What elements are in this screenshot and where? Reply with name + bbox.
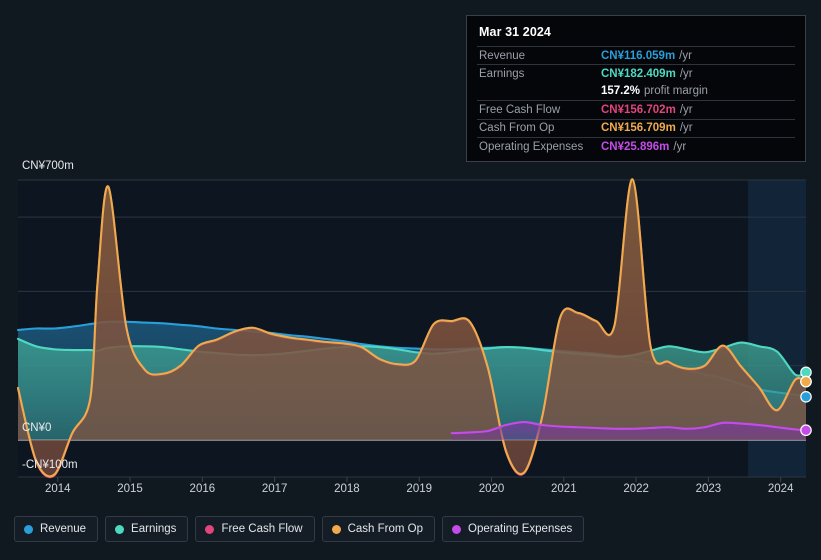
- legend-item-free-cash-flow[interactable]: Free Cash Flow: [195, 516, 315, 542]
- legend-item-cash-from-op[interactable]: Cash From Op: [321, 516, 436, 542]
- legend-item-label: Earnings: [131, 523, 177, 535]
- tooltip-date: Mar 31 2024: [479, 25, 551, 39]
- x-axis-tick-2022: 2022: [623, 483, 649, 495]
- legend-item-label: Operating Expenses: [468, 523, 573, 535]
- tooltip-row-value-wrap: CN¥116.059m/yr: [601, 50, 692, 62]
- tooltip-row: Cash From Op CN¥156.709m/yr: [477, 118, 795, 137]
- x-axis-tick-2020: 2020: [478, 483, 505, 495]
- x-axis-tick-2023: 2023: [695, 483, 722, 495]
- endpoint-marker-cash-from-op: [800, 375, 812, 388]
- legend-color-dot: [205, 524, 215, 534]
- tooltip-row-label: Cash From Op: [479, 122, 555, 135]
- tooltip-row-value-wrap: 157.2% profit margin: [601, 85, 708, 97]
- legend-color-dot: [115, 524, 125, 534]
- x-axis-tick-2015: 2015: [117, 483, 143, 495]
- x-axis-tick-2024: 2024: [767, 483, 794, 495]
- data-tooltip: Mar 31 2024 Revenue CN¥116.059m/yr Earning…: [466, 15, 806, 163]
- x-axis-tick-2018: 2018: [334, 483, 360, 495]
- legend-color-dot: [331, 524, 341, 534]
- y-axis-label-top: CN¥700m: [22, 160, 74, 172]
- x-axis-tick-2021: 2021: [551, 483, 577, 495]
- x-axis-tick-2019: 2019: [406, 483, 433, 495]
- legend-item-earnings[interactable]: Earnings: [105, 516, 189, 542]
- tooltip-row-unit: /yr: [679, 103, 693, 116]
- tooltip-row-value: 157.2%: [601, 85, 641, 98]
- tooltip-row-value: CN¥156.702m: [601, 103, 676, 116]
- tooltip-row-unit: /yr: [679, 49, 692, 62]
- endpoint-marker-revenue: [800, 391, 812, 403]
- legend-item-label: Revenue: [40, 523, 87, 535]
- legend-item-label: Free Cash Flow: [221, 523, 303, 535]
- tooltip-row-value: CN¥25.896m: [601, 140, 670, 153]
- tooltip-row-unit: profit margin: [644, 85, 708, 98]
- tooltip-row-value-wrap: CN¥156.709m/yr: [601, 122, 693, 134]
- endpoint-marker-operating-expenses: [800, 424, 812, 437]
- tooltip-row: Free Cash Flow CN¥156.702m/yr: [477, 100, 795, 118]
- legend-color-dot: [452, 524, 462, 534]
- tooltip-row: Revenue CN¥116.059m/yr: [477, 46, 795, 64]
- tooltip-row-label: Operating Expenses: [479, 140, 584, 153]
- tooltip-row-unit: /yr: [673, 140, 687, 153]
- tooltip-row-value-wrap: CN¥182.409m/yr: [601, 68, 693, 80]
- tooltip-row-unit: /yr: [679, 122, 693, 135]
- tooltip-row: Operating Expenses CN¥25.896m/yr: [477, 136, 795, 155]
- tooltip-row-unit: /yr: [679, 68, 693, 81]
- tooltip-row: Earnings CN¥182.409m/yr: [477, 64, 795, 82]
- tooltip-row-label: Earnings: [479, 68, 525, 81]
- tooltip-row-value: CN¥182.409m: [601, 68, 676, 81]
- legend-item-label: Cash From Op: [347, 523, 424, 535]
- tooltip-row: 157.2% profit margin: [477, 83, 795, 100]
- tooltip-row-value-wrap: CN¥25.896m/yr: [601, 141, 686, 153]
- financial-chart: CN¥700m CN¥0 -CN¥100m 2014 2015 2016 2017 20…: [0, 0, 821, 560]
- legend-item-revenue[interactable]: Revenue: [14, 516, 99, 542]
- tooltip-row-value-wrap: CN¥156.702m/yr: [601, 104, 693, 116]
- tooltip-row-label: Revenue: [479, 49, 526, 62]
- legend-color-dot: [24, 524, 33, 534]
- y-axis-label-bottom: -CN¥100m: [22, 459, 78, 471]
- x-axis-tick-2014: 2014: [44, 483, 71, 495]
- y-axis-label-zero: CN¥0: [22, 422, 52, 434]
- legend-item-operating-expenses[interactable]: Operating Expenses: [442, 516, 585, 542]
- tooltip-row-value: CN¥116.059m: [601, 49, 676, 62]
- x-axis-tick-2016: 2016: [189, 483, 216, 495]
- chart-legend: Revenue Earnings Free Cash Flow Cash From O…: [14, 516, 585, 542]
- x-axis-tick-2017: 2017: [261, 483, 288, 495]
- tooltip-row-label: Free Cash Flow: [479, 103, 561, 116]
- tooltip-row-value: CN¥156.709m: [601, 122, 676, 135]
